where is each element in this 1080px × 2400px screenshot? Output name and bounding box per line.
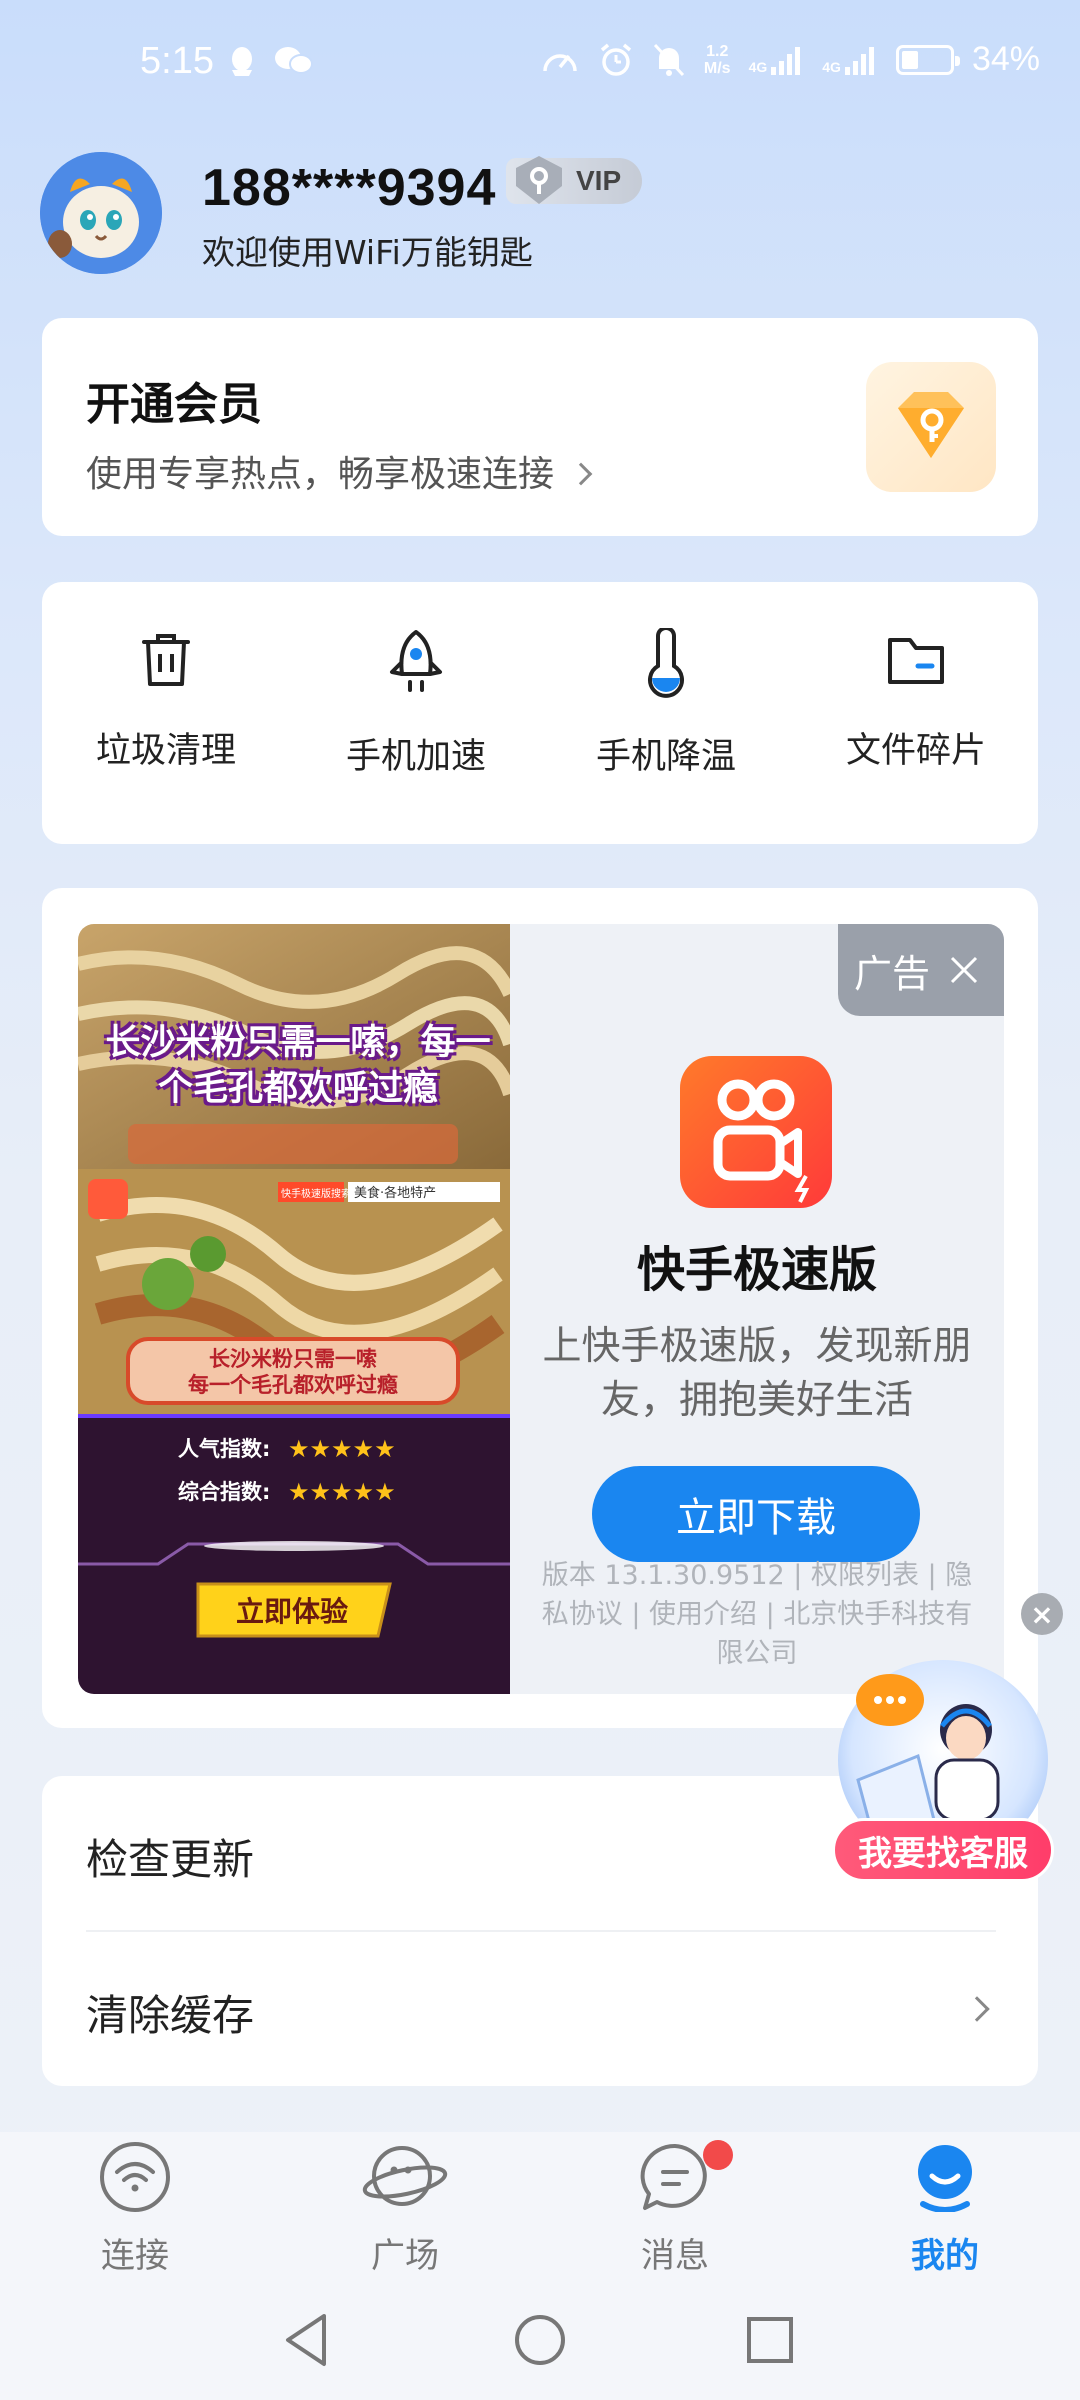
tool-label: 手机降温 [595,737,736,777]
customer-service-label[interactable]: 我要找客服 [832,1818,1054,1882]
nav-label: 连接 [101,2236,169,2276]
wechat-icon [275,47,313,74]
kuaishou-app-icon[interactable] [680,1056,832,1208]
ad-app-meta[interactable]: 版本 13.1.30.9512 | 权限列表 | 隐私协议 | 使用介绍 | 北… [540,1556,974,1673]
ad-image-rating1-label: 人气指数: [178,1437,270,1461]
battery-icon [895,44,960,75]
membership-title: 开通会员 [86,379,262,430]
vip-badge[interactable]: VIP [506,156,642,204]
message-icon [640,2143,707,2210]
nav-item-messages[interactable]: 消息 [590,2142,760,2277]
home-nav-icon[interactable] [512,2310,568,2370]
rocket-icon [390,630,442,692]
membership-diamond-icon [866,362,996,492]
ad-image-cta: 立即体验 [236,1595,348,1628]
qq-icon [232,47,252,76]
nav-item-connect[interactable]: 连接 [50,2142,220,2277]
avatar[interactable] [40,152,162,274]
ad-image[interactable]: 美食·各地特产 快手极速版搜索 长沙米粉只需一嗦 每一个毛孔都欢呼过瘾 人气指数… [78,924,510,1694]
status-right: 1.2 M/s 4G 4G 34% [540,40,1040,79]
user-phone: 188****9394 [202,159,497,217]
clear-cache-item[interactable]: 清除缓存 [86,1982,254,2043]
download-button[interactable]: 立即下载 [592,1466,920,1562]
check-update-item[interactable]: 检查更新 [86,1826,254,1887]
ad-image-banner-line1: 长沙米粉只需一嗦 [209,1347,377,1371]
recent-apps-nav-icon[interactable] [742,2310,798,2370]
mute-bell-icon [653,43,684,76]
ad-image-brand-text: 快手极速版搜索 [281,1187,351,1200]
status-time: 5:15 [140,40,214,82]
cs-close-icon[interactable]: × [1021,1593,1063,1635]
ad-image-headline: 长沙米粉只需一嗦，每一个毛孔都欢呼过瘾 [105,1023,491,1109]
folder-icon [888,638,944,684]
ad-image-search-text: 美食·各地特产 [354,1185,436,1201]
ad-app-name: 快手极速版 [636,1242,877,1298]
tool-label: 文件碎片 [845,731,986,771]
trash-icon [142,634,190,686]
nav-label: 消息 [641,2236,709,2276]
membership-subtitle: 使用专享热点，畅享极速连接 [86,445,593,497]
ad-image-rating2-label: 综合指数: [178,1480,270,1504]
thermometer-icon [648,628,684,698]
tool-file-fragment[interactable]: 文件碎片 [816,628,1016,773]
ad-image-stars-1: ★★★★★ [288,1435,396,1463]
ad-image-stars-2: ★★★★★ [288,1478,396,1506]
divider [86,1930,996,1932]
vip-label: VIP [576,165,622,196]
tool-label: 手机加速 [345,737,486,777]
tool-label: 垃圾清理 [95,731,236,771]
status-left-icons [225,44,313,78]
signal-strength-1: 4G [749,45,805,75]
alarm-icon [600,43,632,76]
wifi-icon [100,2142,170,2212]
nav-label: 我的 [911,2236,979,2276]
profile-icon [918,2145,972,2213]
ad-tag[interactable]: 广告 [838,924,1004,1016]
back-nav-icon[interactable] [280,2310,336,2370]
signal-strength-2: 4G [822,45,878,75]
vip-key-icon [516,156,562,204]
message-badge-dot [703,2140,733,2170]
ad-app-description: 上快手极速版，发现新朋友，拥抱美好生活 [542,1324,972,1423]
welcome-text: 欢迎使用WiFi万能钥匙 [202,233,533,272]
plaza-icon [362,2146,448,2206]
nav-item-mine[interactable]: 我的 [860,2142,1030,2277]
nav-label: 广场 [371,2236,439,2276]
speedometer-icon [543,53,577,71]
ad-tag-label: 广告 [854,951,931,996]
tool-phone-cool[interactable]: 手机降温 [566,628,766,779]
ad-image-banner-line2: 每一个毛孔都欢呼过瘾 [188,1373,398,1397]
tool-phone-boost[interactable]: 手机加速 [316,628,516,779]
nav-item-plaza[interactable]: 广场 [320,2142,490,2277]
battery-percent: 34% [971,40,1040,78]
net-speed: 1.2 M/s [703,42,731,77]
close-icon[interactable] [948,954,980,986]
chevron-right-icon [570,462,593,486]
tool-trash-clean[interactable]: 垃圾清理 [66,628,266,773]
